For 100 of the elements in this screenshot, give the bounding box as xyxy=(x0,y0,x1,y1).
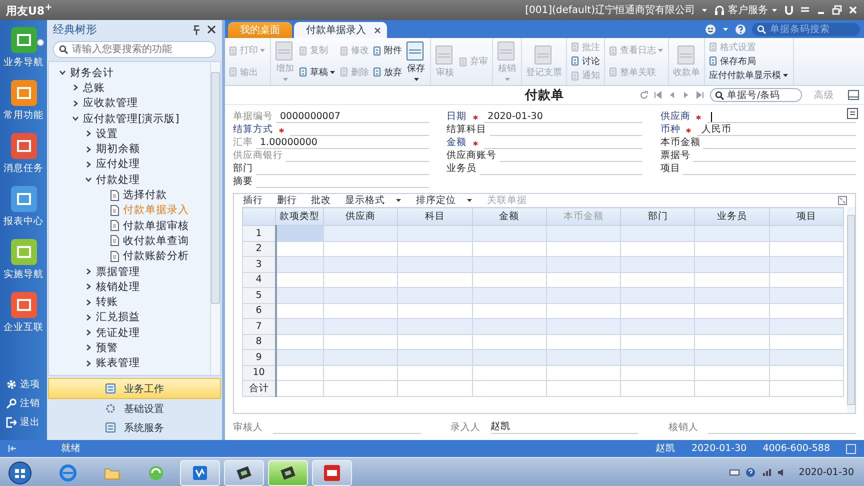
table-cell[interactable] xyxy=(620,226,695,241)
table-cell[interactable] xyxy=(694,318,770,334)
grid-action-button[interactable]: 插行 xyxy=(242,194,264,207)
search-field[interactable]: 单据条码搜索 xyxy=(752,22,860,36)
table-cell[interactable] xyxy=(546,226,621,241)
nav-rail-item[interactable]: 常用功能 xyxy=(0,79,47,132)
column-header[interactable]: 金额 xyxy=(472,208,546,226)
table-cell[interactable] xyxy=(324,350,398,365)
table-cell[interactable] xyxy=(694,350,770,365)
tree-item[interactable]: 付款单据审核 xyxy=(49,218,210,234)
grid-action-button[interactable]: 显示格式 xyxy=(344,194,403,207)
customer-service-menu[interactable]: 客户服务 xyxy=(714,3,778,17)
column-header[interactable]: 款项类型 xyxy=(276,208,324,226)
table-cell[interactable] xyxy=(398,318,472,334)
toolbar-button[interactable]: 草稿 xyxy=(298,66,337,79)
collapse-icon[interactable] xyxy=(8,444,17,453)
table-cell[interactable] xyxy=(546,350,621,365)
tree-item[interactable]: 选择付款 xyxy=(49,187,210,203)
toolbar-button[interactable]: 保存 xyxy=(405,40,427,83)
nav-rail-item[interactable]: 实施导航 xyxy=(0,238,47,291)
tree-item[interactable]: 应收款管理 xyxy=(49,96,210,111)
table-cell[interactable] xyxy=(546,318,621,334)
tree-item[interactable]: 期初余额 xyxy=(49,141,210,157)
search-field[interactable]: 单据号/条码 xyxy=(710,88,802,102)
input-field[interactable]: 0000000007 xyxy=(276,111,429,123)
tree-item[interactable]: 收付款单查询 xyxy=(49,233,210,249)
table-cell[interactable] xyxy=(324,318,398,334)
toolbar-button[interactable]: 应付付款单显示模 xyxy=(708,69,790,82)
table-cell[interactable] xyxy=(472,226,546,241)
table-cell[interactable] xyxy=(276,226,324,241)
table-cell[interactable] xyxy=(694,226,770,241)
module-tab[interactable]: 基础设置 xyxy=(48,399,221,418)
toolbar-button[interactable]: 保存布局 xyxy=(708,54,790,68)
tree-item[interactable]: 转账 xyxy=(49,294,210,310)
table-cell[interactable] xyxy=(472,350,546,365)
input-field[interactable]: 人民币 xyxy=(697,124,856,136)
table-cell[interactable] xyxy=(546,288,621,303)
input-field[interactable] xyxy=(707,111,856,123)
grid-action-button[interactable]: 批改 xyxy=(310,194,332,207)
help-icon[interactable] xyxy=(744,467,756,478)
maximize-icon[interactable] xyxy=(832,5,842,15)
rail-menu-item[interactable]: 选项 xyxy=(0,375,47,394)
table-cell[interactable] xyxy=(694,288,770,303)
table-cell[interactable] xyxy=(769,318,844,334)
table-cell[interactable] xyxy=(398,288,472,303)
tree-item[interactable]: 凭证处理 xyxy=(49,325,210,340)
table-cell[interactable] xyxy=(694,256,770,272)
last-page-icon[interactable] xyxy=(695,90,705,100)
grid-action-button[interactable]: 排序定位 xyxy=(415,194,474,207)
table-cell[interactable] xyxy=(324,226,398,241)
input-field[interactable]: 2020-01-30 xyxy=(484,111,642,123)
table-cell[interactable] xyxy=(546,256,621,272)
pin-icon[interactable] xyxy=(192,24,201,34)
rail-menu-item[interactable]: 退出 xyxy=(0,413,47,432)
grid-action-button[interactable]: 删行 xyxy=(276,194,298,207)
search-field[interactable]: 请输入您要搜索的功能 xyxy=(53,41,216,58)
tree-item[interactable]: 应付处理 xyxy=(49,156,210,172)
table-cell[interactable] xyxy=(324,288,398,303)
tree-item[interactable]: 总账 xyxy=(49,80,210,96)
tree-item[interactable]: 汇兑损益 xyxy=(49,310,210,326)
keyboard-icon[interactable] xyxy=(728,467,740,478)
module-tab[interactable]: 系统服务 xyxy=(48,418,221,437)
table-cell[interactable] xyxy=(769,226,844,241)
scrollbar[interactable] xyxy=(210,62,220,375)
tree-item[interactable]: 付款账龄分析 xyxy=(49,248,210,264)
column-header[interactable]: 供应商 xyxy=(324,208,398,226)
tree-item[interactable]: 应付款管理[演示版] xyxy=(49,110,210,126)
network-icon[interactable] xyxy=(760,467,772,478)
table-cell[interactable] xyxy=(472,288,546,303)
nav-rail-item[interactable]: 业务导航 xyxy=(0,26,47,79)
column-header[interactable]: 部门 xyxy=(620,208,695,226)
column-header[interactable]: 科目 xyxy=(398,208,472,226)
lookup-icon[interactable] xyxy=(847,108,858,119)
taskbar-button[interactable] xyxy=(180,460,220,486)
tree-item[interactable]: 设置 xyxy=(49,126,210,142)
taskbar-button[interactable] xyxy=(268,460,308,486)
taskbar-button[interactable] xyxy=(224,460,264,486)
refresh-icon[interactable] xyxy=(639,90,649,100)
tree-item[interactable]: 付款处理 xyxy=(49,172,210,188)
table-cell[interactable] xyxy=(276,318,324,334)
table-cell[interactable] xyxy=(324,256,398,272)
table-cell[interactable] xyxy=(472,318,546,334)
table-cell[interactable] xyxy=(620,256,695,272)
table-cell[interactable] xyxy=(276,288,324,303)
toolbar-button[interactable]: 放弃 xyxy=(372,66,403,79)
table-cell[interactable] xyxy=(276,256,324,272)
tree-item[interactable]: 财务会计 xyxy=(49,65,210,80)
taskbar-button[interactable] xyxy=(312,460,352,486)
close-icon[interactable] xyxy=(207,25,216,34)
toolbar-button[interactable]: 讨论 xyxy=(570,54,601,68)
table-cell[interactable] xyxy=(769,288,844,303)
column-header[interactable]: 业务员 xyxy=(694,208,770,226)
close-icon[interactable] xyxy=(374,26,381,34)
expand-icon[interactable] xyxy=(838,196,847,205)
first-page-icon[interactable] xyxy=(653,90,663,100)
nav-rail-item[interactable]: 报表中心 xyxy=(0,185,47,238)
column-header[interactable]: 项目 xyxy=(769,208,844,226)
rail-menu-item[interactable]: 注销 xyxy=(0,394,47,413)
table-cell[interactable] xyxy=(620,350,695,365)
smiley-icon[interactable] xyxy=(705,24,716,34)
